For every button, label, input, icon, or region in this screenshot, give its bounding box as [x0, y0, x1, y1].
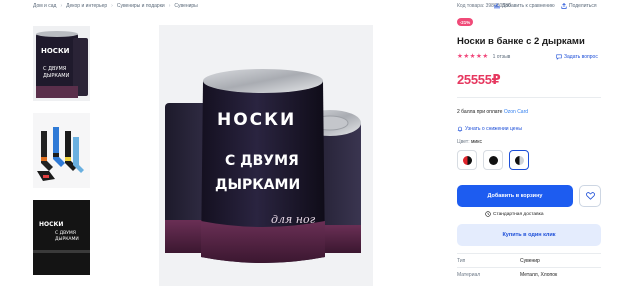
breadcrumb-separator: ›: [168, 3, 171, 9]
color-value: микс: [470, 139, 482, 145]
product-title: Носки в банке с 2 дырками: [457, 36, 585, 47]
delivery-info: Стандартная доставка: [485, 211, 544, 217]
spec-key: Материал: [457, 272, 481, 278]
thumb-can-text-1: НОСКИ: [41, 47, 70, 55]
swatch-dot: [514, 155, 524, 165]
swatch-red-black[interactable]: [457, 150, 477, 170]
divider: [457, 267, 601, 268]
delivery-icon: [485, 211, 491, 217]
divider: [457, 253, 601, 254]
star-icon: ★: [475, 53, 482, 60]
socks-thumbnail-image: [33, 113, 90, 188]
heart-icon: [585, 192, 595, 200]
star-icon: ★: [482, 53, 489, 60]
swatch-dot: [488, 155, 498, 165]
thumbnail-can[interactable]: НОСКИ С ДВУМЯ ДЫРКАМИ: [33, 26, 90, 101]
chat-icon: [556, 54, 562, 60]
thumbnail-list: НОСКИ С ДВУМЯ ДЫРКАМИ НОСКИ С ДВУМЯ ДЫРК…: [33, 26, 90, 286]
share-label: Поделиться: [569, 3, 597, 9]
price: 25555₽: [457, 72, 501, 87]
can-text-line1: НОСКИ: [217, 110, 296, 130]
star-icon: ★: [463, 53, 470, 60]
swatch-dot: [462, 155, 472, 165]
spec-row: Тип Сувенир: [457, 258, 540, 264]
buy-one-click-button[interactable]: Купить в один клик: [457, 224, 601, 246]
thumb-can-text-2: С ДВУМЯ: [43, 66, 66, 72]
breadcrumb-separator: ›: [111, 3, 113, 9]
delivery-label: Стандартная доставка: [493, 211, 544, 217]
ask-question-button[interactable]: Задать вопрос: [556, 54, 598, 60]
divider: [457, 97, 601, 98]
color-swatches: [457, 150, 535, 170]
breadcrumb-separator: ›: [60, 3, 63, 9]
favorite-button[interactable]: [579, 185, 601, 207]
spec-value: Сувенир: [520, 258, 540, 264]
breadcrumb-item[interactable]: Сувениры и подарки: [117, 3, 165, 9]
reviews-count[interactable]: 1 отзыв: [493, 54, 511, 60]
discount-badge: -21%: [457, 18, 473, 26]
add-to-cart-button[interactable]: Добавить в корзину: [457, 185, 573, 207]
can-text-line3: ДЫРКАМИ: [215, 177, 300, 193]
can-script-text: для ног: [271, 213, 316, 226]
color-label: Цвет: микс: [457, 139, 482, 145]
rating-stars: ★ ★ ★ ★ ★: [457, 53, 489, 61]
thumbnail-can-label[interactable]: НОСКИ С ДВУМЯ ДЫРКАМИ: [33, 200, 90, 275]
share-icon: [561, 3, 567, 9]
swatch-black-grey[interactable]: [509, 150, 529, 170]
ask-question-label: Задать вопрос: [564, 54, 598, 60]
bell-icon: [457, 126, 463, 132]
compare-button[interactable]: Добавить к сравнению: [494, 3, 555, 9]
main-product-image[interactable]: НОСКИ С ДВУМЯ ДЫРКАМИ для ног: [159, 25, 373, 286]
thumb-label-text-1: НОСКИ: [39, 221, 63, 228]
thumb-label-text-3: ДЫРКАМИ: [55, 236, 79, 242]
breadcrumb-item[interactable]: Дом и сад: [33, 3, 56, 9]
star-icon: ★: [469, 53, 476, 60]
ozon-card-link[interactable]: Ozon Card: [504, 109, 528, 115]
spec-key: Тип: [457, 258, 466, 264]
thumb-can-text-3: ДЫРКАМИ: [43, 73, 70, 79]
top-bar: Дом и сад › Декор и интерьер › Сувениры …: [0, 0, 640, 12]
can-thumbnail-image: НОСКИ С ДВУМЯ ДЫРКАМИ: [33, 26, 90, 101]
compare-label: Добавить к сравнению: [502, 3, 555, 9]
product-can-image: НОСКИ С ДВУМЯ ДЫРКАМИ для ног: [159, 25, 373, 286]
can-label-thumbnail-image: НОСКИ С ДВУМЯ ДЫРКАМИ: [33, 200, 90, 275]
thumb-label-text-2: С ДВУМЯ: [55, 230, 76, 236]
breadcrumb-item[interactable]: Декор и интерьер: [66, 3, 107, 9]
can-text-line2: С ДВУМЯ: [225, 153, 299, 169]
rating[interactable]: ★ ★ ★ ★ ★ 1 отзыв: [457, 53, 511, 61]
price-drop-notify[interactable]: Узнать о снижении цены: [457, 126, 522, 132]
star-icon: ★: [457, 53, 463, 60]
color-label-text: Цвет:: [457, 139, 470, 145]
spec-value: Металл, Хлопок: [520, 272, 558, 278]
bonus-info: 2 балла при оплате Ozon Card: [457, 109, 528, 115]
thumbnail-socks[interactable]: [33, 113, 90, 188]
price-drop-label: Узнать о снижении цены: [465, 126, 522, 132]
breadcrumb-item[interactable]: Сувениры: [174, 3, 197, 9]
compare-icon: [494, 3, 500, 9]
swatch-black[interactable]: [483, 150, 503, 170]
bonus-text: 2 балла при оплате: [457, 109, 503, 115]
breadcrumb: Дом и сад › Декор и интерьер › Сувениры …: [33, 3, 198, 9]
share-button[interactable]: Поделиться: [561, 3, 597, 9]
spec-row: Материал Металл, Хлопок: [457, 272, 557, 278]
